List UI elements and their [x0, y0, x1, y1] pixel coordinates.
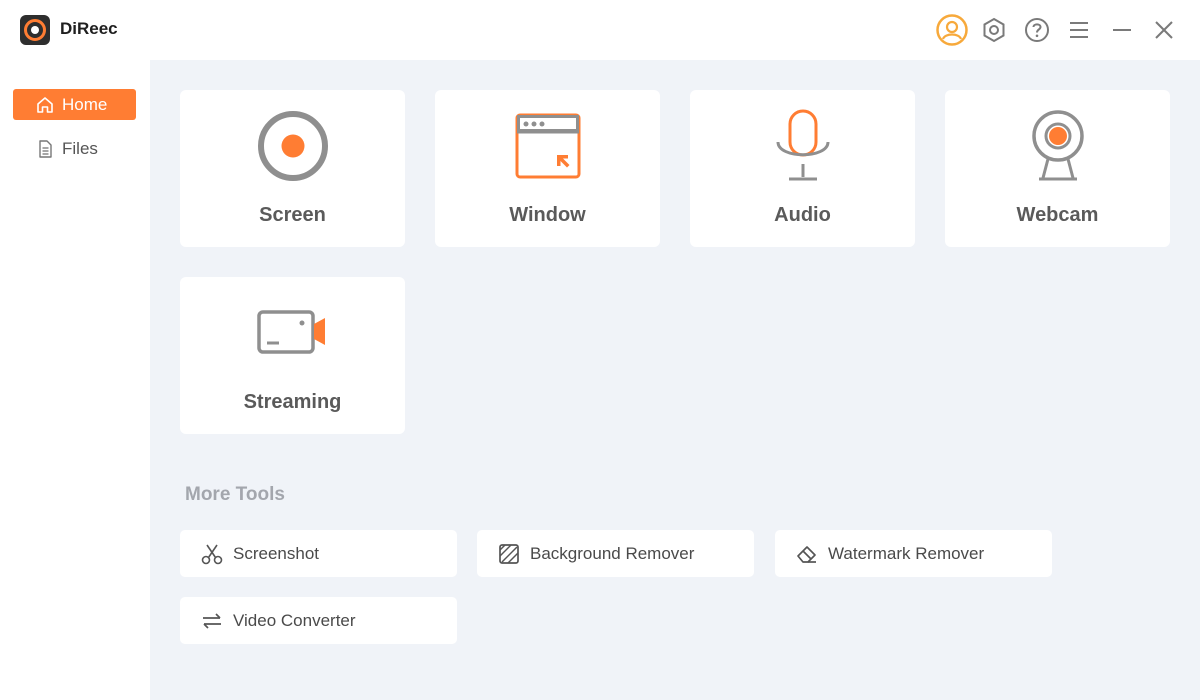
card-label: Window: [509, 204, 586, 226]
scissors-icon: [200, 542, 224, 566]
home-icon: [35, 95, 55, 115]
app-window: DiReec Home Files Screen Window Audio We…: [0, 0, 1200, 700]
tool-label: Background Remover: [530, 543, 695, 563]
streaming-icon: [180, 295, 405, 371]
card-label: Screen: [259, 204, 326, 226]
background-remover-icon: [497, 542, 521, 566]
menu-icon[interactable]: [1063, 14, 1095, 46]
close-icon[interactable]: [1148, 14, 1180, 46]
app-logo-icon: [20, 15, 50, 45]
card-label: Audio: [774, 204, 831, 226]
tool-background-remover[interactable]: Background Remover: [477, 530, 754, 577]
sidebar-item-files[interactable]: Files: [13, 133, 136, 164]
app-title: DiReec: [60, 19, 118, 38]
user-icon[interactable]: [936, 14, 968, 46]
tool-label: Video Converter: [233, 610, 356, 630]
card-label: Streaming: [243, 391, 342, 413]
convert-arrows-icon: [200, 609, 224, 633]
window-record-icon: [435, 108, 660, 184]
card-window[interactable]: Window: [435, 90, 660, 247]
help-icon[interactable]: [1021, 14, 1053, 46]
sidebar: Home Files: [0, 60, 150, 700]
eraser-icon: [795, 542, 819, 566]
settings-icon[interactable]: [978, 14, 1010, 46]
sidebar-item-label: Home: [62, 94, 108, 114]
microphone-icon: [690, 108, 915, 184]
tool-label: Watermark Remover: [828, 543, 985, 563]
card-audio[interactable]: Audio: [690, 90, 915, 247]
more-tools-title: More Tools: [185, 484, 285, 505]
card-webcam[interactable]: Webcam: [945, 90, 1170, 247]
sidebar-item-label: Files: [62, 138, 98, 158]
card-label: Webcam: [1016, 204, 1099, 226]
tool-screenshot[interactable]: Screenshot: [180, 530, 457, 577]
card-screen[interactable]: Screen: [180, 90, 405, 247]
screen-record-icon: [180, 108, 405, 184]
sidebar-item-home[interactable]: Home: [13, 89, 136, 120]
minimize-icon[interactable]: [1106, 14, 1138, 46]
main-panel: Screen Window Audio Webcam Streaming Mor…: [150, 60, 1200, 700]
tool-watermark-remover[interactable]: Watermark Remover: [775, 530, 1052, 577]
tool-video-converter[interactable]: Video Converter: [180, 597, 457, 644]
file-icon: [35, 139, 55, 159]
title-bar: DiReec: [0, 0, 1200, 60]
card-streaming[interactable]: Streaming: [180, 277, 405, 434]
tool-label: Screenshot: [233, 543, 319, 563]
webcam-icon: [945, 108, 1170, 184]
